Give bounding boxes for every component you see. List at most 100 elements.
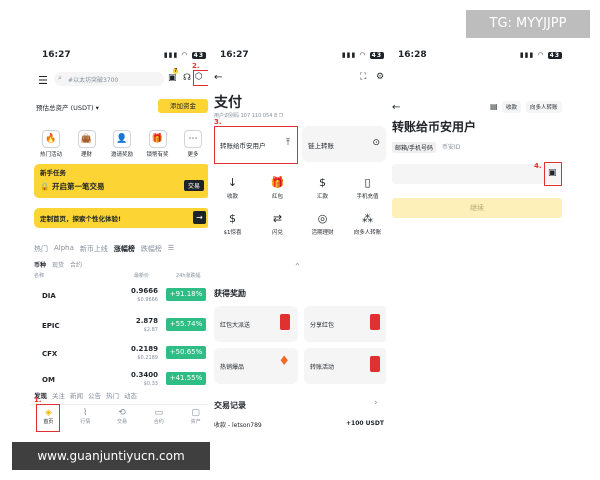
phone-icon: ▯ (364, 176, 371, 189)
subtab-coin[interactable]: 币种 (34, 260, 46, 269)
grid-item-convert[interactable]: ⇄ 闪兑 (255, 212, 300, 236)
grid-item-batch[interactable]: ⁂ 向多人转账 (345, 212, 390, 236)
menu-icon[interactable]: ☰ (38, 74, 48, 87)
red-envelope-icon (280, 314, 290, 330)
grid-item-surprise[interactable]: $ $1惊喜 (210, 212, 255, 236)
watermark-tg: TG: MYYJJPP (466, 10, 590, 38)
nav-assets[interactable]: ▢ 资产 (191, 405, 201, 433)
customize-banner[interactable]: 定制首页，探索个性化体验! → (34, 208, 210, 228)
subtab-spot[interactable]: 现货 (52, 260, 64, 269)
headset-icon[interactable]: ☊ (183, 73, 191, 83)
signal-wifi-icon: ▮▮▮ ◠ 43 (519, 51, 562, 59)
coin-icon: ◎ (317, 212, 328, 225)
settings-icon[interactable]: ⚙ (376, 72, 384, 82)
gift-icon: 🎁 (270, 176, 285, 189)
asset-label[interactable]: 预估总资产 (USDT) ▾ (36, 102, 99, 112)
message-badge: 7 (173, 68, 179, 74)
market-subtabs: 币种 现货 合约 (34, 260, 82, 269)
function-grid: ↓ 收款 🎁 红包 $ 汇款 ▯ 手机充值 $ $1惊喜 ⇄ 闪兑 ◎ 活期理财 ⁂ 向多人转账 (210, 176, 390, 236)
onchain-label: 链上转账 (308, 142, 334, 150)
customize-text: 定制首页，探索个性化体验! (40, 215, 121, 223)
search-input[interactable]: ⌕ #以太坊突破3700 (54, 72, 164, 86)
tab-email-phone[interactable]: 邮箱/手机号码 (392, 142, 437, 153)
status-time: 16:28 (398, 50, 427, 60)
scan-icon[interactable]: ⛶ (360, 72, 366, 82)
reward-card[interactable]: 热销爆品 ♦ (214, 348, 298, 384)
grid-item-redpacket[interactable]: 🎁 红包 (255, 176, 300, 200)
records-title: 交易记录 (214, 401, 246, 410)
add-funds-button[interactable]: 添加资金 (158, 99, 208, 113)
back-arrow-icon[interactable]: ← (392, 102, 400, 113)
feed-tab-hot[interactable]: 热门 (106, 390, 119, 400)
highlight-box-4 (544, 162, 562, 186)
search-placeholder: #以太坊突破3700 (68, 77, 119, 84)
newbie-task-card[interactable]: 新手任务 🔒 开启第一笔交易 交易 (34, 164, 210, 198)
arrow-right-icon[interactable]: → (193, 211, 206, 224)
phone-transfer: 16:28 ▮▮▮ ◠ 43 ← ▤ 收款 向多人转账 转账给币安用户 邮箱/手… (386, 44, 570, 436)
user-icon: 👤 (113, 130, 131, 148)
search-icon: ⌕ (58, 74, 62, 82)
subtab-futures[interactable]: 合约 (70, 260, 82, 269)
chart-icon: ⌇ (82, 408, 88, 418)
dollar-icon: $ (319, 176, 326, 189)
col-price: 最新价 (134, 273, 150, 279)
tab-new[interactable]: 新币上线 (80, 244, 108, 254)
grid-item-receive[interactable]: ↓ 收款 (210, 176, 255, 200)
status-time: 16:27 (42, 50, 71, 60)
feed-tabs: 发现 关注 新闻 公告 热门 动态 (34, 390, 137, 400)
quick-item-more[interactable]: ⋯ 更多 (176, 126, 210, 158)
fire-icon: 🔥 (42, 130, 60, 148)
battery-icon: 43 (547, 52, 562, 59)
messages-icon[interactable]: ▣ 7 (168, 68, 179, 83)
list-icon[interactable]: ☰ (168, 244, 174, 254)
highlight-box-2 (193, 70, 209, 86)
gift-icon: 🎁 (148, 130, 167, 148)
continue-button[interactable]: 继续 (392, 198, 562, 218)
receive-button[interactable]: 收款 (502, 101, 522, 113)
rewards-title: 获得奖励 (214, 289, 246, 298)
tab-losers[interactable]: 跌幅榜 (141, 244, 162, 254)
user-id: 用户识别码 107 110 054 8 ❐ (214, 113, 284, 119)
back-arrow-icon[interactable]: ← (214, 72, 222, 83)
history-icon[interactable]: ▤ (490, 102, 498, 111)
feed-tab-follow[interactable]: 关注 (52, 390, 65, 400)
tab-binance-id[interactable]: 币安ID (442, 142, 460, 153)
status-bar: 16:27 ▮▮▮ ◠ 43 (208, 50, 392, 62)
signal-wifi-icon: ▮▮▮ ◠ 43 (341, 51, 384, 59)
table-row[interactable]: DIA 0.9666 $0.9666 +91.18% (34, 284, 210, 314)
grid-item-remit[interactable]: $ 汇款 (300, 176, 345, 200)
feed-tab-announce[interactable]: 公告 (88, 390, 101, 400)
quick-item-earn[interactable]: 👜 理财 (70, 126, 104, 158)
change-badge: +55.74% (166, 318, 206, 331)
trade-button[interactable]: 交易 (183, 180, 204, 191)
wallet-icon: ▢ (191, 408, 200, 418)
quick-item-hot[interactable]: 🔥 热门活动 (34, 126, 68, 158)
grid-item-flexible[interactable]: ◎ 活期理财 (300, 212, 345, 236)
chevron-up-icon[interactable]: ⌃ (294, 262, 301, 271)
quick-item-lock[interactable]: 🎁 锁幣有奖 (141, 126, 175, 158)
status-time: 16:27 (220, 50, 249, 60)
table-row[interactable]: EPIC 2.878 $2.87 +55.74% (34, 314, 210, 344)
page-title: 支付 (214, 95, 242, 111)
feed-tab-feed[interactable]: 动态 (124, 390, 137, 400)
change-badge: +41.55% (166, 372, 206, 385)
chevron-right-icon[interactable]: › (374, 398, 378, 408)
more-icon: ⋯ (184, 130, 202, 148)
feed-tab-news[interactable]: 新闻 (70, 390, 83, 400)
grid-item-mobile-topup[interactable]: ▯ 手机充值 (345, 176, 390, 200)
quick-item-invite[interactable]: 👤 邀请奖励 (105, 126, 139, 158)
tab-alpha[interactable]: Alpha (54, 244, 74, 254)
tab-hot[interactable]: 热门 (34, 244, 48, 254)
nav-trade[interactable]: ⟲ 交易 (117, 405, 127, 433)
nav-markets[interactable]: ⌇ 行情 (80, 405, 90, 433)
tab-gainers[interactable]: 涨幅榜 (114, 244, 135, 254)
trade-icon: ⟲ (118, 408, 126, 418)
annotation-2: 2. (192, 62, 200, 70)
batch-transfer-button[interactable]: 向多人转账 (526, 101, 562, 113)
reward-card[interactable]: 转账活动 (304, 348, 388, 384)
page-title: 转账给币安用户 (392, 120, 477, 134)
nav-futures[interactable]: ▭ 合约 (154, 405, 164, 433)
reward-card[interactable]: 红包大派送 (214, 306, 298, 342)
onchain-transfer-button[interactable]: 链上转账 ⊙ (302, 126, 386, 162)
reward-card[interactable]: 分享红包 (304, 306, 388, 342)
